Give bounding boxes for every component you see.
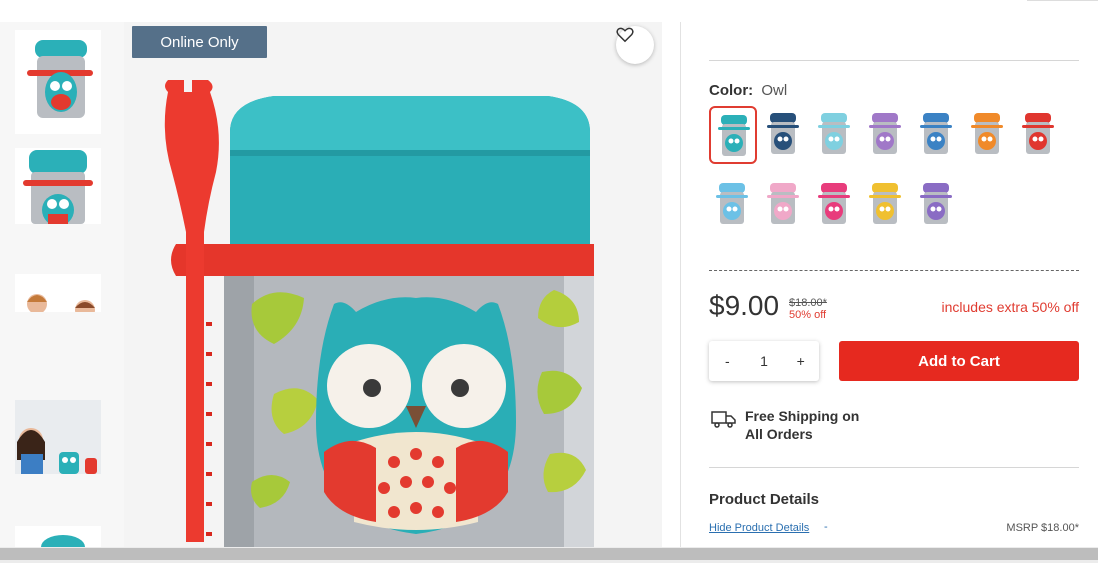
online-only-badge: Online Only — [132, 26, 267, 58]
favorite-button[interactable] — [616, 26, 654, 64]
food-jar-owl-illustration — [164, 80, 594, 547]
color-swatch-zebra[interactable] — [760, 176, 808, 234]
color-swatch-llama[interactable] — [811, 176, 859, 234]
thumbnail-column — [0, 22, 124, 547]
add-to-cart-button[interactable]: Add to Cart — [839, 341, 1079, 381]
hide-product-details-link[interactable]: Hide Product Details — [709, 522, 809, 534]
free-shipping-line-2: All Orders — [745, 426, 813, 442]
collapse-icon[interactable]: - — [824, 521, 828, 533]
thumbnail-5[interactable] — [15, 526, 101, 547]
color-swatch-bee[interactable] — [811, 106, 859, 164]
product-page: Online Only Color: Owl $9.00 $18.00* 50%… — [0, 0, 1098, 563]
msrp-note: MSRP $18.00* — [1006, 522, 1079, 534]
color-swatch-navy[interactable] — [760, 106, 808, 164]
jar-thumbnail-icon — [869, 113, 901, 154]
thumbnail-1[interactable] — [15, 30, 101, 134]
jar-thumbnail-icon — [818, 183, 850, 224]
thumbnail-2[interactable] — [15, 148, 101, 224]
quantity-increment-button[interactable]: + — [782, 353, 819, 369]
jar-thumbnail-icon — [1022, 113, 1054, 154]
color-swatch-dog[interactable] — [964, 106, 1012, 164]
quantity-stepper: - 1 + — [709, 341, 819, 381]
top-separator — [709, 60, 1079, 61]
jar-thumbnail-icon — [818, 113, 850, 154]
add-to-cart-label: Add to Cart — [918, 352, 1000, 370]
panel-divider — [680, 22, 681, 547]
free-shipping-text: Free Shipping on All Orders — [745, 407, 905, 443]
heart-icon — [616, 27, 634, 43]
color-value: Owl — [761, 82, 788, 99]
dashed-separator — [709, 270, 1079, 271]
extra-discount-note: includes extra 50% off — [941, 299, 1080, 315]
color-swatch-unicorn[interactable] — [862, 106, 910, 164]
jar-thumbnail-icon — [767, 183, 799, 224]
color-label: Color: — [709, 82, 754, 99]
details-separator — [709, 467, 1079, 468]
color-swatch-cat[interactable] — [913, 176, 961, 234]
color-swatch-monkey[interactable] — [862, 176, 910, 234]
free-shipping-line-1: Free Shipping on — [745, 408, 860, 424]
jar-thumbnail-icon — [718, 115, 750, 156]
truck-icon — [711, 411, 736, 428]
product-info-panel: Color: Owl $9.00 $18.00* 50% off include… — [709, 0, 1079, 547]
original-discount: 50% off — [789, 309, 827, 321]
original-price-block: $18.00* 50% off — [789, 297, 827, 321]
jar-thumbnail-icon — [920, 113, 952, 154]
thumbnail-3[interactable] — [15, 274, 101, 312]
original-price: $18.00* — [789, 297, 827, 309]
quantity-value[interactable]: 1 — [746, 353, 783, 369]
sale-price: $9.00 — [709, 290, 780, 321]
jar-thumbnail-icon — [920, 183, 952, 224]
horizontal-scrollbar[interactable] — [0, 547, 1098, 563]
thumbnail-4[interactable] — [15, 400, 101, 474]
main-product-image: Online Only — [124, 22, 662, 547]
scrollbar-thumb[interactable] — [0, 548, 1098, 560]
color-swatch-giraffe[interactable] — [709, 176, 757, 234]
color-swatch-owl[interactable] — [709, 106, 757, 164]
quantity-decrement-button[interactable]: - — [709, 353, 746, 369]
online-only-label: Online Only — [160, 33, 239, 51]
color-selector-label: Color: Owl — [709, 82, 787, 99]
jar-thumbnail-icon — [767, 113, 799, 154]
jar-thumbnail-icon — [869, 183, 901, 224]
color-swatch-fox[interactable] — [1015, 106, 1063, 164]
product-details-heading: Product Details — [709, 491, 820, 508]
jar-thumbnail-icon — [971, 113, 1003, 154]
color-swatch-frog[interactable] — [913, 106, 961, 164]
jar-thumbnail-icon — [716, 183, 748, 224]
